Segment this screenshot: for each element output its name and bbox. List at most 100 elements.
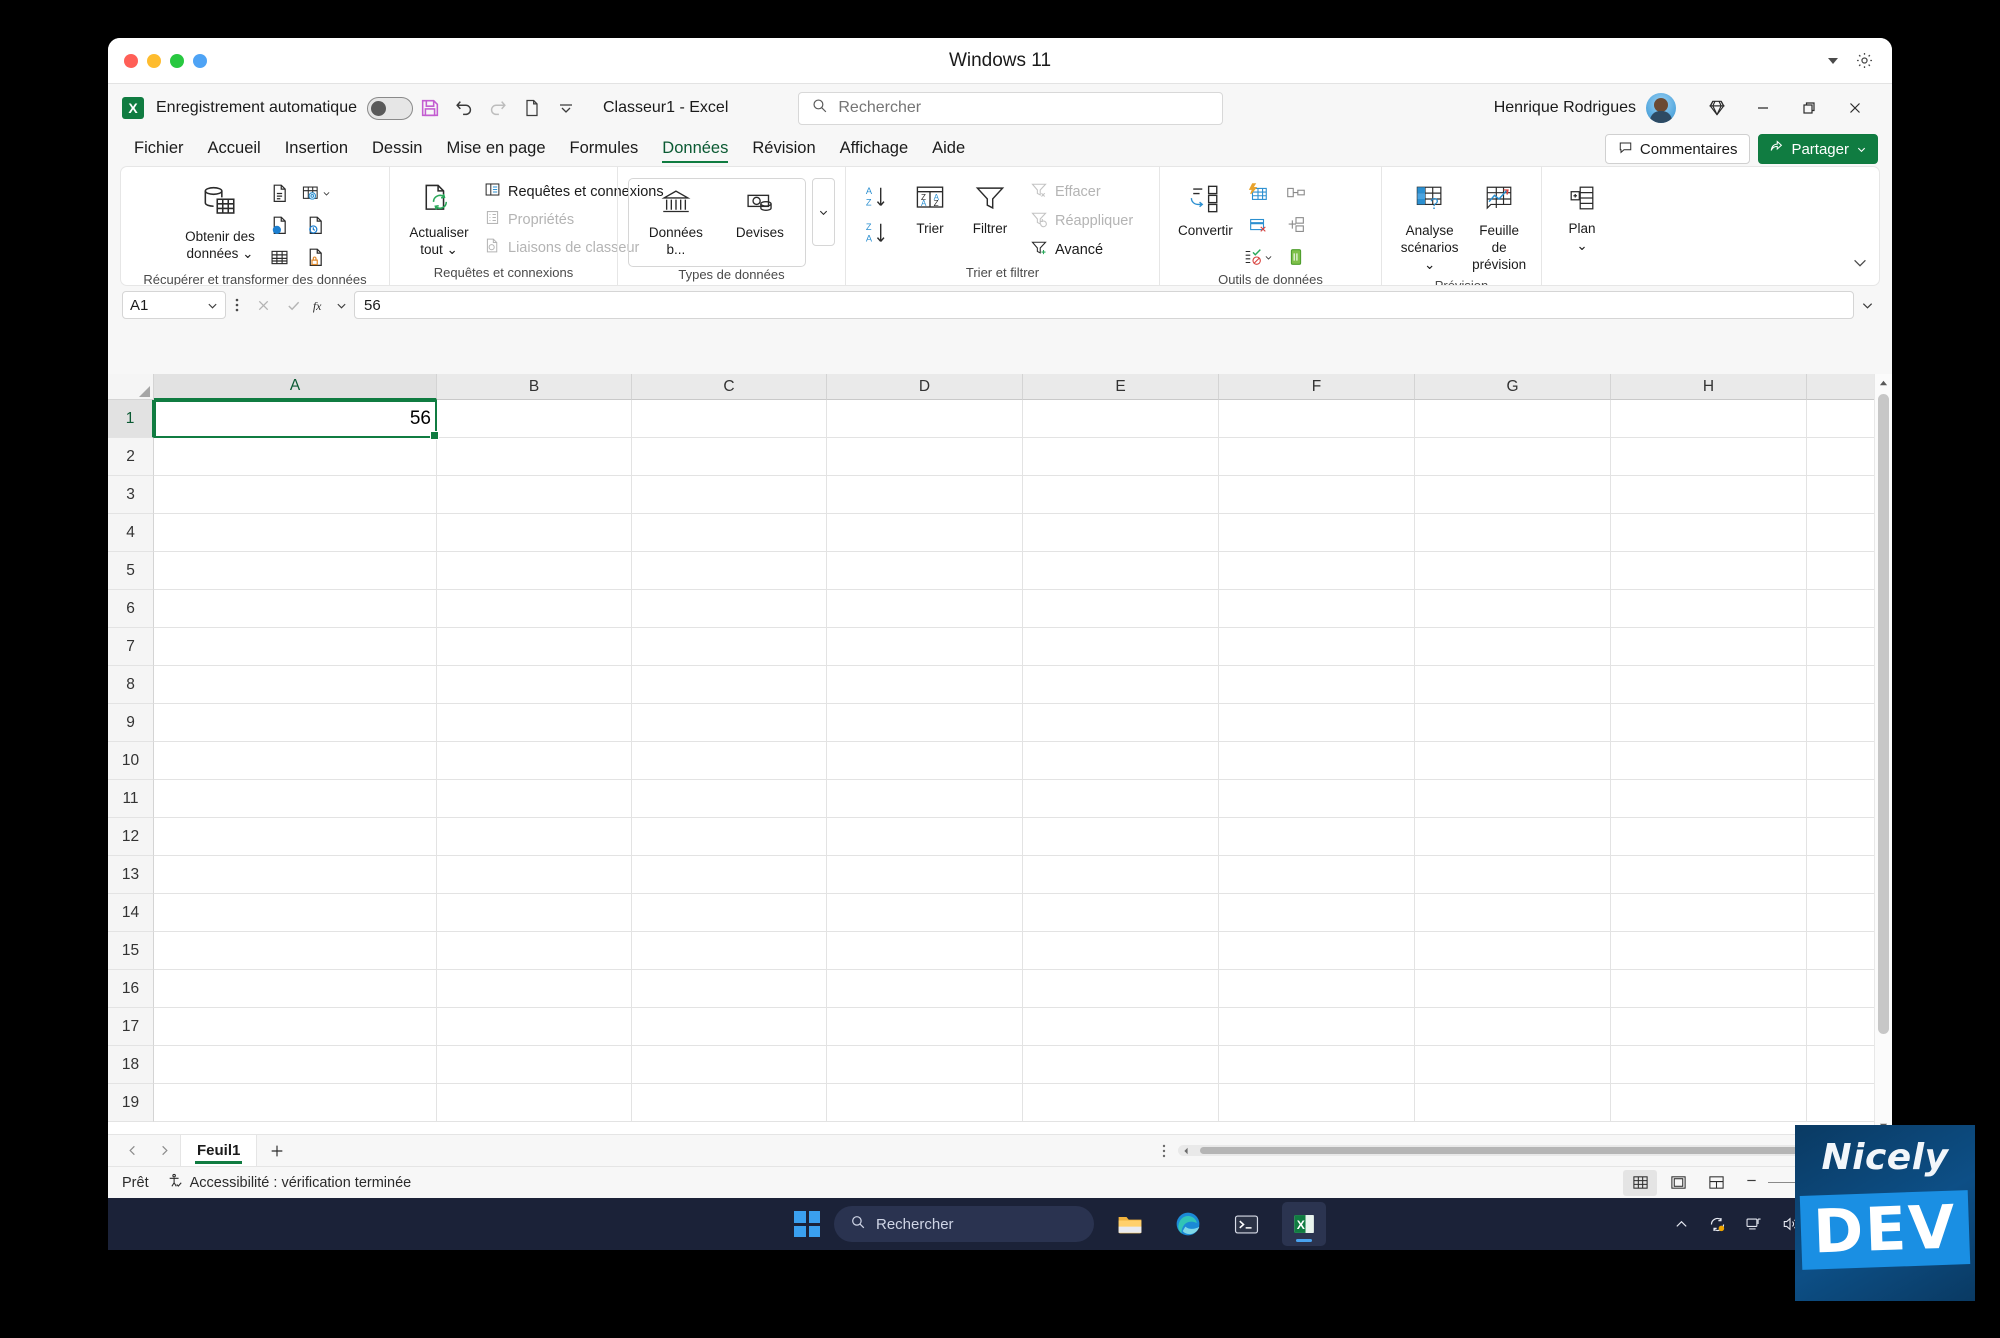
gear-icon[interactable]: [1855, 51, 1874, 70]
cell-E4[interactable]: [1023, 514, 1219, 552]
sort-button[interactable]: Z A A Z Trier: [900, 176, 960, 242]
cell-F12[interactable]: [1219, 818, 1415, 856]
cell-B17[interactable]: [437, 1008, 632, 1046]
cell-E5[interactable]: [1023, 552, 1219, 590]
cell-E7[interactable]: [1023, 628, 1219, 666]
cell-D2[interactable]: [827, 438, 1023, 476]
row-header-11[interactable]: 11: [108, 780, 154, 818]
cell-H17[interactable]: [1611, 1008, 1807, 1046]
cell-H14[interactable]: [1611, 894, 1807, 932]
column-header-B[interactable]: B: [437, 374, 632, 400]
cell-D7[interactable]: [827, 628, 1023, 666]
cell-G10[interactable]: [1415, 742, 1611, 780]
cell-C14[interactable]: [632, 894, 827, 932]
cell-C6[interactable]: [632, 590, 827, 628]
cell-G1[interactable]: [1415, 400, 1611, 438]
cell-E19[interactable]: [1023, 1084, 1219, 1122]
row-header-3[interactable]: 3: [108, 476, 154, 514]
stocks-button[interactable]: Données b...: [633, 182, 719, 263]
currencies-button[interactable]: Devises: [719, 182, 801, 246]
sheet-options-icon[interactable]: [1150, 1143, 1178, 1159]
cell-H9[interactable]: [1611, 704, 1807, 742]
column-header-C[interactable]: C: [632, 374, 827, 400]
cell-B11[interactable]: [437, 780, 632, 818]
cell-B8[interactable]: [437, 666, 632, 704]
cell-E13[interactable]: [1023, 856, 1219, 894]
cell-C16[interactable]: [632, 970, 827, 1008]
cell-H12[interactable]: [1611, 818, 1807, 856]
cell-B16[interactable]: [437, 970, 632, 1008]
onedrive-sync-icon[interactable]: [1703, 1209, 1733, 1239]
sort-za-button[interactable]: Z A: [860, 218, 894, 248]
consolidate-icon[interactable]: [1279, 242, 1313, 272]
cell-B9[interactable]: [437, 704, 632, 742]
avatar[interactable]: [1646, 93, 1676, 123]
row-header-2[interactable]: 2: [108, 438, 154, 476]
cell-H4[interactable]: [1611, 514, 1807, 552]
cell-G11[interactable]: [1415, 780, 1611, 818]
file-explorer-icon[interactable]: [1108, 1202, 1152, 1246]
row-header-16[interactable]: 16: [108, 970, 154, 1008]
cell-D16[interactable]: [827, 970, 1023, 1008]
cell-F5[interactable]: [1219, 552, 1415, 590]
cell-E11[interactable]: [1023, 780, 1219, 818]
cell-D3[interactable]: [827, 476, 1023, 514]
cell-H15[interactable]: [1611, 932, 1807, 970]
cell-H16[interactable]: [1611, 970, 1807, 1008]
extra-window-button[interactable]: [193, 53, 207, 68]
cell-G13[interactable]: [1415, 856, 1611, 894]
cell-B13[interactable]: [437, 856, 632, 894]
cell-F4[interactable]: [1219, 514, 1415, 552]
comments-button[interactable]: Commentaires: [1604, 134, 1751, 164]
existing-connections-icon[interactable]: [299, 242, 333, 272]
cell-G6[interactable]: [1415, 590, 1611, 628]
cell-G9[interactable]: [1415, 704, 1611, 742]
cell-D5[interactable]: [827, 552, 1023, 590]
cell-E3[interactable]: [1023, 476, 1219, 514]
cell-A11[interactable]: [154, 780, 437, 818]
cell-E9[interactable]: [1023, 704, 1219, 742]
cell-D6[interactable]: [827, 590, 1023, 628]
cell-C4[interactable]: [632, 514, 827, 552]
cell-C8[interactable]: [632, 666, 827, 704]
recent-sources-icon[interactable]: [299, 210, 333, 240]
scroll-up-arrow-icon[interactable]: [1875, 374, 1892, 392]
cell-B15[interactable]: [437, 932, 632, 970]
cell-E6[interactable]: [1023, 590, 1219, 628]
diamond-icon[interactable]: [1694, 91, 1740, 125]
row-header-10[interactable]: 10: [108, 742, 154, 780]
taskbar-search[interactable]: Rechercher: [834, 1206, 1094, 1242]
vertical-scroll-thumb[interactable]: [1878, 394, 1889, 1034]
cell-D15[interactable]: [827, 932, 1023, 970]
cell-G18[interactable]: [1415, 1046, 1611, 1084]
cell-H2[interactable]: [1611, 438, 1807, 476]
cell-E2[interactable]: [1023, 438, 1219, 476]
cell-C5[interactable]: [632, 552, 827, 590]
column-header-G[interactable]: G: [1415, 374, 1611, 400]
horizontal-scrollbar[interactable]: [1178, 1145, 1868, 1156]
customize-qat-button[interactable]: [549, 93, 583, 123]
formula-bar-expand-button[interactable]: [1854, 299, 1880, 312]
horizontal-scroll-thumb[interactable]: [1200, 1147, 1862, 1154]
tab-affichage[interactable]: Affichage: [828, 135, 921, 166]
cell-C9[interactable]: [632, 704, 827, 742]
page-break-icon[interactable]: [1699, 1170, 1733, 1196]
cell-A6[interactable]: [154, 590, 437, 628]
tab-revision[interactable]: Révision: [740, 135, 827, 166]
cell-D11[interactable]: [827, 780, 1023, 818]
cell-C11[interactable]: [632, 780, 827, 818]
row-header-4[interactable]: 4: [108, 514, 154, 552]
search-input[interactable]: [838, 99, 1211, 117]
search-box[interactable]: [798, 91, 1224, 125]
chevron-right-icon[interactable]: [148, 1137, 180, 1165]
cell-H6[interactable]: [1611, 590, 1807, 628]
cell-G17[interactable]: [1415, 1008, 1611, 1046]
cancel-x-icon[interactable]: [248, 291, 278, 319]
cell-D4[interactable]: [827, 514, 1023, 552]
cell-D19[interactable]: [827, 1084, 1023, 1122]
terminal-icon[interactable]: [1224, 1202, 1268, 1246]
cell-G4[interactable]: [1415, 514, 1611, 552]
cell-A1[interactable]: 56: [154, 400, 439, 440]
autosave-toggle[interactable]: [367, 96, 413, 120]
cell-F10[interactable]: [1219, 742, 1415, 780]
